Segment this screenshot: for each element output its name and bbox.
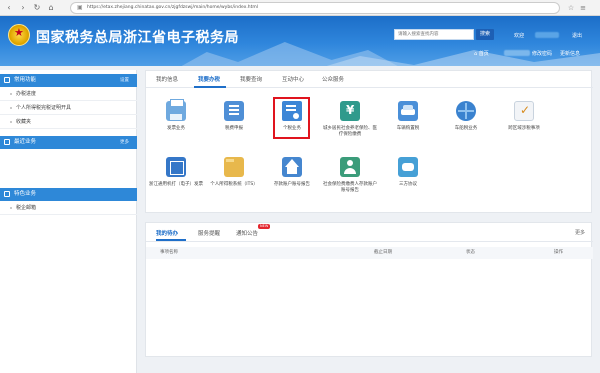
tab-query[interactable]: 我要查询 <box>240 75 262 83</box>
tile-social-insurance-account[interactable]: 社会保险费缴费人存款账户账号报告 <box>322 157 378 199</box>
address-bar[interactable]: ▣ https://etax.zhejiang.chinatax.gov.cn/… <box>70 2 560 14</box>
printer-icon <box>166 99 186 121</box>
column-header-status: 状态 <box>466 250 475 255</box>
handshake-icon <box>398 157 418 177</box>
sidebar-item-tax-certificate[interactable]: 个人所得税完税证明开具 <box>0 101 137 115</box>
main-tabs: 我的信息 我要办税 我要查询 互动中心 公众服务 <box>146 71 593 88</box>
tile-label: 税费申报 <box>225 126 243 131</box>
main-panel: 我的信息 我要办税 我要查询 互动中心 公众服务 发票业务 税费申报 个税业务 … <box>145 70 593 213</box>
favorites-icon[interactable]: ☆ <box>566 3 576 13</box>
tab-my-todo[interactable]: 我的待办 <box>156 229 178 237</box>
tile-label: 个人所得税系统（ITS） <box>210 182 258 187</box>
table-header <box>146 247 593 259</box>
tile-vehicle-purchase-tax[interactable]: 车辆购置税 <box>380 101 436 143</box>
sidebar: 常用功能 设置 办税进度 个人所得税完税证明开具 收藏夹 最近业务 更多 特色业… <box>0 70 137 373</box>
highlight-box <box>273 97 310 139</box>
sidebar-item-mailbox[interactable]: 税企邮箱 <box>0 201 137 215</box>
sidebar-settings-link[interactable]: 设置 <box>120 74 129 87</box>
tile-label: 跨区域涉税事项 <box>508 126 540 131</box>
sidebar-more-link[interactable]: 更多 <box>120 136 129 149</box>
sidebar-item-progress[interactable]: 办税进度 <box>0 87 137 101</box>
clock-icon <box>4 139 10 145</box>
tab-notices[interactable]: 通知公告 <box>236 229 258 237</box>
home-link[interactable]: ⌂ 首页 <box>474 50 489 57</box>
redacted-username <box>535 32 559 38</box>
divider <box>146 241 593 242</box>
search-button[interactable]: 搜索 <box>476 29 494 40</box>
search-input-wrapper[interactable] <box>394 29 474 40</box>
tile-label: 车船税业务 <box>454 126 478 131</box>
column-header-action: 操作 <box>554 250 563 255</box>
tab-service-reminder[interactable]: 服务提醒 <box>198 229 220 237</box>
bank-icon <box>282 157 302 177</box>
sidebar-section-common[interactable]: 常用功能 设置 <box>0 74 137 87</box>
site-header: ★ 国家税务总局浙江省电子税务局 搜索 欢迎 退出 ⌂ 首页 修改密码 更新信息 <box>0 16 600 66</box>
new-badge: NEW <box>258 224 271 229</box>
tile-resident-insurance[interactable]: 城乡居民社会养老保险、医疗保险缴费 <box>322 101 378 143</box>
page-body: 常用功能 设置 办税进度 个人所得税完税证明开具 收藏夹 最近业务 更多 特色业… <box>0 66 600 373</box>
tasks-panel: 我的待办 服务提醒 通知公告 NEW 更多 事项名称 截止日期 状态 操作 <box>145 222 593 357</box>
sidebar-section-recent[interactable]: 最近业务 更多 <box>0 136 137 149</box>
tile-label: 发票业务 <box>167 126 185 131</box>
tab-interaction[interactable]: 互动中心 <box>282 75 304 83</box>
search-input[interactable] <box>395 30 473 39</box>
change-password-link[interactable]: 修改密码 <box>532 50 552 57</box>
checklist-icon <box>514 101 534 121</box>
tab-public-service[interactable]: 公众服务 <box>322 75 344 83</box>
globe-icon <box>456 101 476 121</box>
sidebar-section-title: 最近业务 <box>14 139 37 145</box>
star-icon <box>4 77 10 83</box>
tile-label: 城乡居民社会养老保险、医疗保险缴费 <box>323 126 377 137</box>
emblem-icon: ★ <box>8 24 30 46</box>
tab-do-tax[interactable]: 我要办税 <box>198 75 220 83</box>
mountain-decoration-2 <box>300 50 600 66</box>
tile-label: 社会保险费缴费人存款账户账号报告 <box>323 182 377 193</box>
money-icon <box>340 101 360 121</box>
tile-label: 存款账户账号报告 <box>274 182 310 187</box>
more-link[interactable]: 更多 <box>575 229 585 236</box>
menu-icon[interactable]: ≡ <box>578 3 588 13</box>
tab-my-info[interactable]: 我的信息 <box>156 75 178 83</box>
refresh-icon[interactable]: ↻ <box>32 3 42 13</box>
column-header-name: 事项名称 <box>160 250 178 255</box>
invoice-icon <box>166 157 186 177</box>
sidebar-section-title: 特色业务 <box>14 191 37 197</box>
tile-vehicle-vessel-tax[interactable]: 车船税业务 <box>438 101 494 143</box>
update-info-link[interactable]: 更新信息 <box>560 50 580 57</box>
folder-icon <box>224 157 244 177</box>
sidebar-item-favorites[interactable]: 收藏夹 <box>0 115 137 129</box>
tile-label: 浙江通用机打（电子）发票 <box>149 182 203 187</box>
column-header-deadline: 截止日期 <box>374 250 392 255</box>
sidebar-section-title: 常用功能 <box>14 77 37 83</box>
back-icon[interactable]: ‹ <box>4 3 14 13</box>
forward-icon[interactable]: › <box>18 3 28 13</box>
redacted-info <box>504 50 530 56</box>
logout-link[interactable]: 退出 <box>572 32 582 39</box>
lock-icon: ▣ <box>77 4 83 11</box>
car-icon <box>398 101 418 121</box>
home-link-label: 首页 <box>478 51 489 57</box>
social-insurance-icon <box>340 157 360 177</box>
tile-machine-invoice[interactable]: 浙江通用机打（电子）发票 <box>148 157 204 199</box>
tile-label: 三方协议 <box>399 182 417 187</box>
home-icon[interactable]: ⌂ <box>46 3 56 13</box>
active-tab-indicator <box>194 86 226 88</box>
url-text: https://etax.zhejiang.chinatax.gov.cn/zj… <box>87 5 259 10</box>
tile-deposit-account[interactable]: 存款账户账号报告 <box>264 157 320 199</box>
tile-its-system[interactable]: 个人所得税系统（ITS） <box>206 157 262 199</box>
welcome-text: 欢迎 <box>514 33 525 39</box>
sidebar-section-special[interactable]: 特色业务 <box>0 188 137 201</box>
tile-label: 车辆购置税 <box>396 126 420 131</box>
flag-icon <box>4 191 10 197</box>
tile-invoice-business[interactable]: 发票业务 <box>148 99 204 143</box>
tile-cross-region[interactable]: 跨区域涉税事项 <box>496 101 552 143</box>
tile-tripartite-agreement[interactable]: 三方协议 <box>380 157 436 199</box>
site-title: 国家税务总局浙江省电子税务局 <box>36 30 239 46</box>
browser-toolbar: ‹ › ↻ ⌂ ▣ https://etax.zhejiang.chinatax… <box>0 0 600 16</box>
document-icon <box>224 101 244 121</box>
tile-tax-declaration[interactable]: 税费申报 <box>206 101 262 143</box>
